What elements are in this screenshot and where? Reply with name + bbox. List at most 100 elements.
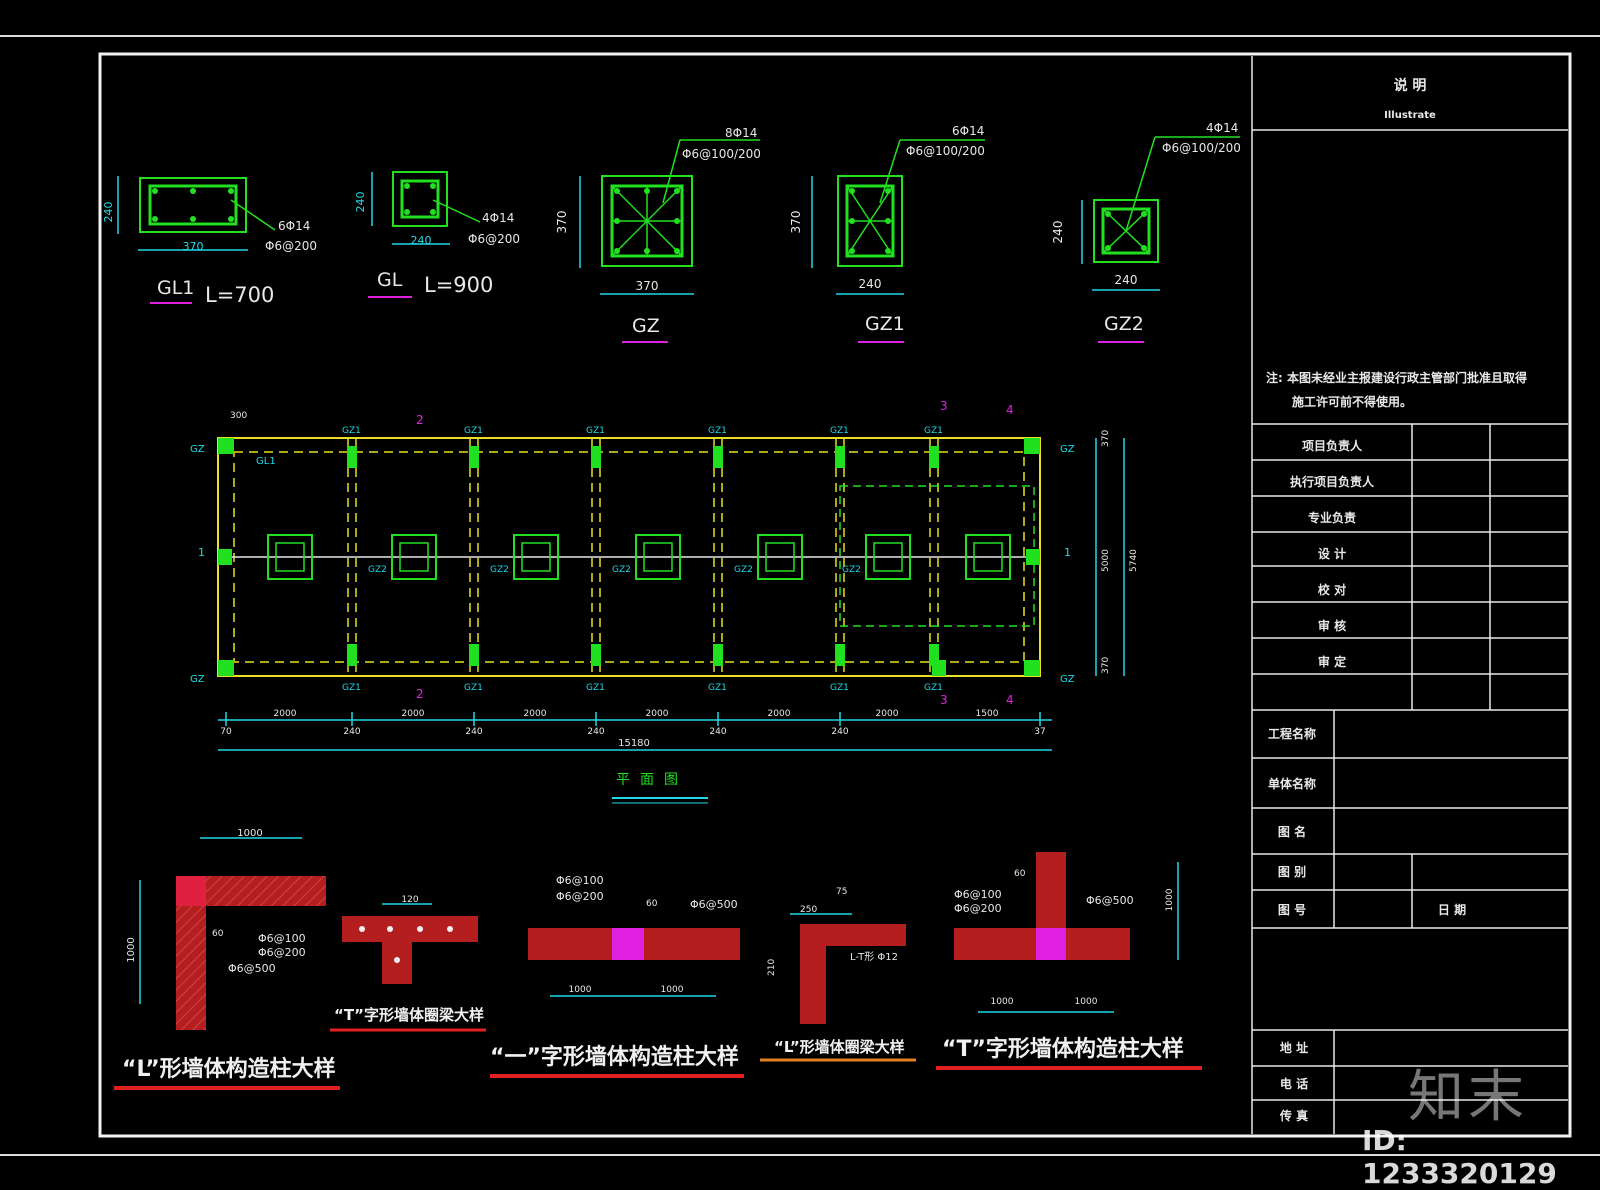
plan-col-label-bottom: GZ1 [924,683,943,693]
detail-line-dim-1: 1000 [569,985,592,995]
gl-dim-h: 240 [354,192,367,213]
plan-column-gz1 [713,644,723,666]
plan-bottom-sub-dim: 70 [220,727,232,737]
tb-row2-label: 工程名称 [1268,726,1316,741]
gl-rebar: 4Φ14 [482,211,514,225]
watermark-logo: 知末 [1408,1065,1528,1130]
detail-l-note-1: Φ6@100 [258,932,306,945]
plan-column-gz1 [835,644,845,666]
plan-column-gz1 [929,446,939,468]
gl1-dim-h: 240 [102,202,115,223]
tb-row-label: 执行项目负责人 [1290,474,1375,489]
tb-bottom-label: 电 话 [1280,1076,1308,1091]
plan-col-label-top: GZ1 [708,426,727,436]
gl-name: GL [377,269,403,291]
plan-bottom-dim: 2000 [768,709,791,719]
plan-mark-2-top: 2 [416,413,424,427]
gz1-dim-w: 240 [859,277,882,291]
gz2-name: GZ2 [1104,313,1144,335]
gz-rebar: 8Φ14 [725,126,757,140]
tb-note-2: 施工许可前不得使用。 [1292,394,1412,409]
tb-row2-label: 图 号 [1278,902,1306,917]
tb-row-label: 校 对 [1318,582,1346,597]
plan-column-gz1 [347,446,357,468]
detail-t-note-3: Φ6@500 [1086,894,1134,907]
plan-inner-label: GZ2 [368,565,387,575]
plan-col-label-bottom: GZ1 [586,683,605,693]
plan-bottom-sub-dim: 240 [465,727,482,737]
tb-note-1: 注: 本图未经业主报建设行政主管部门批准且取得 [1266,370,1527,385]
detail-l-sixty: 60 [212,929,224,939]
plan-bottom-dim: 2000 [646,709,669,719]
plan-col-label-bottom: GZ1 [830,683,849,693]
plan-top-dim: 300 [230,411,247,421]
tb-row-label: 设 计 [1318,546,1346,561]
plan-mark-4-bottom: 4 [1006,693,1014,707]
plan-mark-3-top: 3 [940,399,948,413]
plan-corner-label-br: GZ [1060,674,1075,685]
plan-inner-label: GZ2 [490,565,509,575]
plan-mark-3-bottom: 3 [940,693,948,707]
detail-t-note-1: Φ6@100 [954,888,1002,901]
plan-bottom-dim: 2000 [876,709,899,719]
plan-column-gz1 [713,446,723,468]
gl1-stirrup: Φ6@200 [265,239,317,253]
detail-l-dim-top: 1000 [237,828,262,839]
plan-col-label-top: GZ1 [924,426,943,436]
detail-line-note-3: Φ6@500 [690,898,738,911]
plan-mark-4-top: 4 [1006,403,1014,417]
plan-bottom-sub-dim: 240 [343,727,360,737]
gl-stirrup: Φ6@200 [468,232,520,246]
detail-line-sixty: 60 [646,899,658,909]
plan-mark-1-right: 1 [1064,546,1071,559]
tb-row2-label: 图 别 [1278,865,1306,879]
detail-l-title: “L”形墙体构造柱大样 [122,1056,336,1082]
gz-name: GZ [632,315,660,337]
gz2-stirrup: Φ6@100/200 [1162,141,1241,155]
tb-header: 说 明 [1394,77,1427,94]
gz2-dim-h: 240 [1051,221,1065,244]
tb-date-label: 日 期 [1438,902,1466,917]
plan-bottom-sub-dim: 240 [831,727,848,737]
gz-dim-w: 370 [636,279,659,293]
plan-beam-label: GL1 [256,456,276,467]
tb-bottom-label: 传 真 [1279,1108,1308,1123]
plan-col-label-bottom: GZ1 [342,683,361,693]
plan-column-gz1 [469,644,479,666]
tb-row2-label: 图 名 [1278,824,1306,839]
detail-t-title: “T”字形墙体构造柱大样 [942,1036,1184,1062]
plan-corner-label-tl: GZ [190,444,205,455]
plan-right-dim-top: 370 [1101,430,1111,447]
tb-bottom-label: 地 址 [1280,1040,1308,1055]
plan-bottom-sub-dim: 240 [709,727,726,737]
tb-row-label: 项目负责人 [1302,438,1363,453]
detail-l-beam-dim-3: 210 [767,959,777,976]
plan-inner-label: GZ2 [842,565,861,575]
gz1-dim-h: 370 [789,211,803,234]
gz-stirrup: Φ6@100/200 [682,147,761,161]
gl1-name: GL1 [157,277,194,299]
gz1-stirrup: Φ6@100/200 [906,144,985,158]
detail-line-note-1: Φ6@100 [556,874,604,887]
plan-title: 平面图 [616,772,688,788]
gl1-length: L=700 [205,283,274,307]
detail-l-beam-title: “L”形墙体圈梁大样 [774,1038,905,1056]
detail-line-title: “一”字形墙体构造柱大样 [490,1044,739,1070]
plan-right-total: 5740 [1129,549,1139,572]
tb-row-label: 审 定 [1318,654,1346,669]
detail-l-note-2: Φ6@200 [258,946,306,959]
tb-header-sub: Illustrate [1384,110,1436,121]
plan-mark-2-bottom: 2 [416,687,424,701]
plan-inner-label: GZ2 [612,565,631,575]
gl1-rebar: 6Φ14 [278,219,310,233]
plan-bottom-sub-dim: 240 [587,727,604,737]
detail-t-sixty: 60 [1014,869,1026,879]
watermark-id: ID: 1233320129 [1362,1124,1557,1190]
detail-t-dim-3: 1000 [1165,888,1175,911]
plan-col-label-bottom: GZ1 [708,683,727,693]
plan-bottom-sub-dim: 37 [1034,727,1045,737]
plan-bottom-dim: 2000 [402,709,425,719]
tb-row-label: 审 核 [1318,618,1346,633]
gl-length: L=900 [424,273,493,297]
detail-l-beam-dim-1: 250 [800,905,817,915]
